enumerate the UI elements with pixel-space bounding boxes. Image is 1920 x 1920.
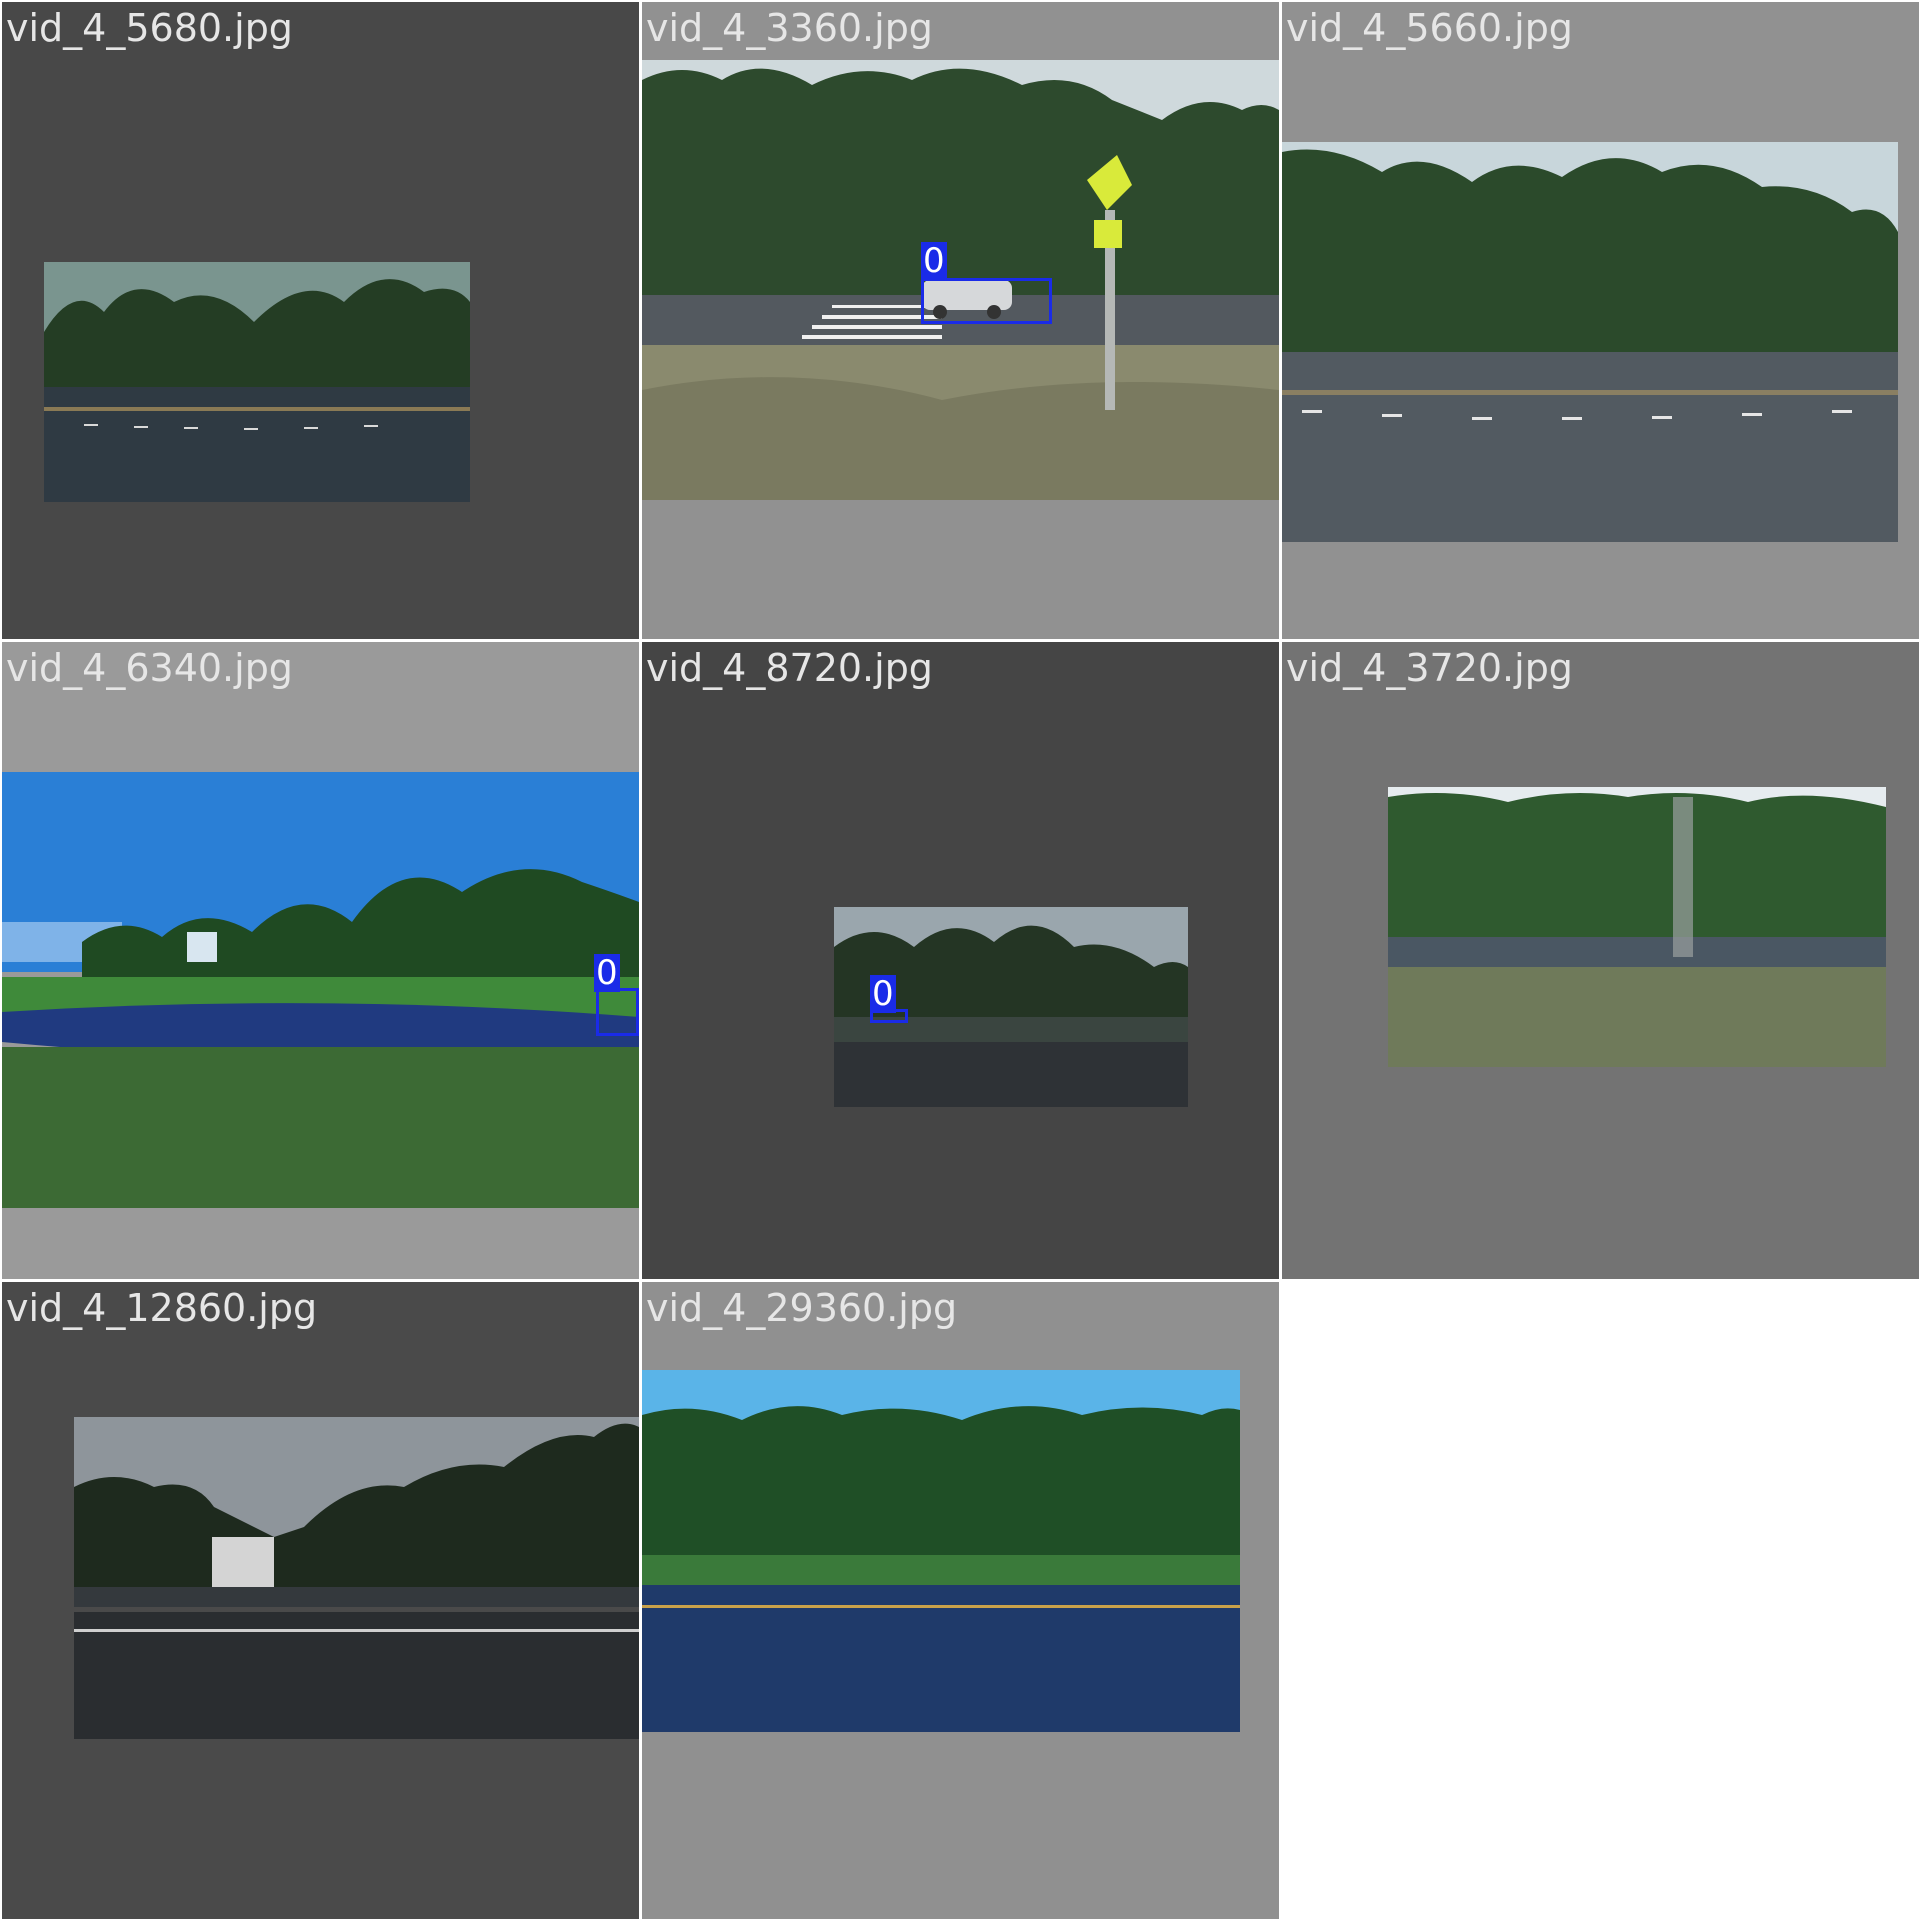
image-filename-label: vid_4_6340.jpg: [6, 646, 293, 690]
image-filename-label: vid_4_5680.jpg: [6, 6, 293, 50]
detection-class-label: 0: [921, 241, 947, 281]
mosaic-tile: 0 vid_4_6340.jpg: [2, 642, 639, 1279]
mosaic-tile: vid_4_12860.jpg: [2, 1282, 639, 1919]
detection-box: [596, 988, 639, 1036]
image-filename-label: vid_4_3360.jpg: [646, 6, 933, 50]
road-scene-photo: [44, 262, 470, 502]
image-filename-label: vid_4_12860.jpg: [6, 1286, 318, 1330]
image-filename-label: vid_4_8720.jpg: [646, 646, 933, 690]
image-filename-label: vid_4_29360.jpg: [646, 1286, 958, 1330]
mosaic-tile: vid_4_3720.jpg: [1282, 642, 1919, 1279]
road-scene-photo: [1282, 142, 1898, 542]
mosaic-tile: 0 vid_4_8720.jpg: [642, 642, 1279, 1279]
road-scene-photo: [74, 1417, 639, 1739]
road-scene-photo: [1388, 787, 1886, 1067]
mosaic-tile: vid_4_5660.jpg: [1282, 2, 1919, 639]
mosaic-tile: vid_4_29360.jpg: [642, 1282, 1279, 1919]
detection-class-label: 0: [870, 974, 896, 1014]
mosaic-tile: 0 vid_4_3360.jpg: [642, 2, 1279, 639]
road-scene-photo: [642, 1370, 1240, 1732]
detection-box: [921, 278, 1052, 324]
detection-class-label: 0: [594, 953, 620, 993]
mosaic-tile: vid_4_5680.jpg: [2, 2, 639, 639]
image-filename-label: vid_4_5660.jpg: [1286, 6, 1573, 50]
image-filename-label: vid_4_3720.jpg: [1286, 646, 1573, 690]
road-scene-photo: [2, 772, 639, 1208]
